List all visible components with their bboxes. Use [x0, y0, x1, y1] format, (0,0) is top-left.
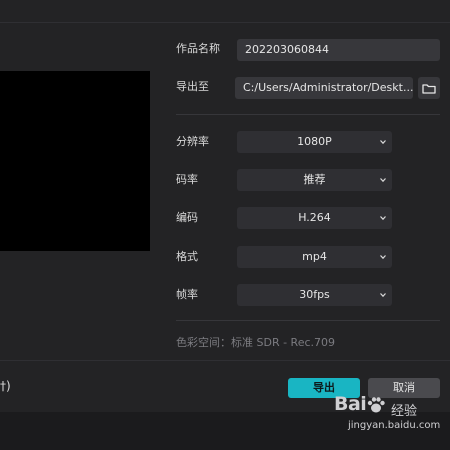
watermark-url: jingyan.baidu.com: [348, 420, 441, 431]
codec-value: H.264: [298, 211, 331, 224]
window-footer: [0, 412, 450, 450]
color-space-info: 色彩空间：标准 SDR - Rec.709: [176, 336, 336, 349]
framerate-select[interactable]: 30fps: [237, 284, 392, 306]
chevron-down-icon: [380, 255, 386, 260]
browse-folder-button[interactable]: [418, 77, 440, 99]
paw-icon: [368, 396, 386, 412]
chevron-down-icon: [380, 293, 386, 298]
format-label: 格式: [176, 250, 198, 263]
footer-divider: [0, 360, 450, 361]
chevron-down-icon: [380, 178, 386, 183]
framerate-value: 30fps: [299, 288, 330, 301]
watermark-suffix: 经验: [391, 404, 418, 419]
export-dialog: 作品名称 202203060844 导出至 C:/Users/Administr…: [0, 0, 450, 450]
top-divider: [0, 22, 450, 23]
export-path-input[interactable]: C:/Users/Administrator/Deskt...: [235, 77, 413, 99]
chevron-down-icon: [380, 140, 386, 145]
bitrate-label: 码率: [176, 173, 198, 186]
footer-left-text: †): [0, 379, 11, 393]
watermark-brand: Bai: [334, 393, 367, 415]
chevron-down-icon: [380, 216, 386, 221]
section-divider: [176, 320, 440, 321]
video-preview: [0, 71, 150, 251]
work-name-label: 作品名称: [176, 42, 220, 55]
folder-icon: [422, 83, 436, 94]
bitrate-select[interactable]: 推荐: [237, 169, 392, 191]
work-name-input[interactable]: 202203060844: [237, 39, 440, 61]
codec-select[interactable]: H.264: [237, 207, 392, 229]
codec-label: 编码: [176, 211, 198, 224]
format-select[interactable]: mp4: [237, 246, 392, 268]
watermark-logo: Bai: [334, 393, 386, 415]
framerate-label: 帧率: [176, 288, 198, 301]
resolution-value: 1080P: [297, 135, 332, 148]
resolution-label: 分辨率: [176, 135, 209, 148]
section-divider: [176, 114, 440, 115]
format-value: mp4: [302, 250, 327, 263]
export-to-label: 导出至: [176, 80, 209, 93]
resolution-select[interactable]: 1080P: [237, 131, 392, 153]
bitrate-value: 推荐: [303, 173, 326, 186]
